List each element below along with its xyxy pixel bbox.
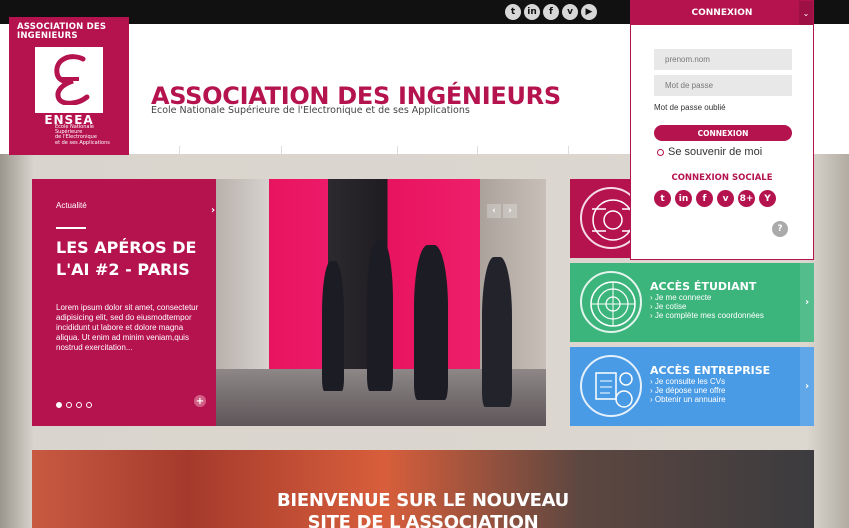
- slider-next-button[interactable]: ›: [503, 204, 517, 218]
- site-logo[interactable]: ASSOCIATION DES INGENIEURS ENSEA Ecole Na…: [9, 17, 129, 155]
- gear-illustration-icon: [580, 355, 642, 417]
- welcome-title-line-2: SITE DE L'ASSOCIATION: [307, 512, 539, 528]
- student-pay-link[interactable]: › Je cotise: [650, 302, 764, 311]
- twitter-icon[interactable]: t: [654, 190, 671, 207]
- slider-arrows: ‹ ›: [487, 204, 517, 218]
- yahoo-icon[interactable]: Y: [759, 190, 776, 207]
- social-login-title: CONNEXION SOCIALE: [671, 173, 773, 183]
- facebook-icon[interactable]: f: [543, 4, 559, 20]
- company-offer-link[interactable]: › Je dépose une offre: [650, 386, 726, 395]
- hero-person: [414, 245, 448, 400]
- read-more-plus-icon[interactable]: +: [194, 395, 206, 407]
- hero-title-line-1: LES APÉROS DE: [56, 238, 197, 257]
- forgot-password-link[interactable]: Mot de passe oublié: [654, 103, 726, 112]
- password-input[interactable]: Mot de passe: [654, 75, 792, 96]
- company-directory-link[interactable]: › Obtenir un annuaire: [650, 395, 726, 404]
- student-details-link[interactable]: › Je complète mes coordonnées: [650, 311, 764, 320]
- logo-e-icon: [54, 54, 90, 105]
- login-dropdown: CONNEXION ⌄ prenom.nom Mot de passe Mot …: [630, 0, 814, 260]
- slider-dots: [56, 402, 92, 408]
- chevron-down-icon[interactable]: ⌄: [799, 1, 813, 25]
- company-cv-link[interactable]: › Je consulte les CVs: [650, 377, 726, 386]
- company-access-tile[interactable]: ACCÈS ENTREPRISE › Je consulte les CVs ›…: [570, 347, 814, 426]
- student-access-tile[interactable]: ACCÈS ÉTUDIANT › Je me connecte › Je cot…: [570, 263, 814, 342]
- hero-title[interactable]: LES APÉROS DE L'AI #2 - PARIS: [56, 237, 216, 281]
- welcome-title: BIENVENUE SUR LE NOUVEAU SITE DE L'ASSOCI…: [32, 490, 814, 528]
- help-icon[interactable]: ?: [772, 221, 788, 237]
- social-links: t in f v ▶: [505, 4, 597, 20]
- welcome-banner: BIENVENUE SUR LE NOUVEAU SITE DE L'ASSOCI…: [32, 450, 814, 528]
- viadeo-icon[interactable]: v: [717, 190, 734, 207]
- remember-me-label: Se souvenir de moi: [668, 146, 763, 158]
- logo-mark: [35, 47, 103, 113]
- student-connect-link[interactable]: › Je me connecte: [650, 293, 764, 302]
- slider-dot[interactable]: [56, 402, 62, 408]
- viadeo-icon[interactable]: v: [562, 4, 578, 20]
- hero-divider: [56, 227, 86, 229]
- hero-panel: Actualité LES APÉROS DE L'AI #2 - PARIS L…: [32, 179, 216, 426]
- student-access-title: ACCÈS ÉTUDIANT: [650, 280, 757, 293]
- slider-dot[interactable]: [66, 402, 72, 408]
- facebook-icon[interactable]: f: [696, 190, 713, 207]
- chevron-right-icon[interactable]: ›: [800, 263, 814, 342]
- username-input[interactable]: prenom.nom: [654, 49, 792, 70]
- chevron-right-icon[interactable]: ›: [800, 347, 814, 426]
- hero-person: [482, 257, 512, 407]
- hero-slider[interactable]: Actualité LES APÉROS DE L'AI #2 - PARIS L…: [32, 179, 546, 426]
- hero-tag: Actualité: [56, 201, 87, 210]
- google-plus-icon[interactable]: 8+: [738, 190, 755, 207]
- logo-small-4: et de ses Applications: [55, 139, 110, 146]
- login-button[interactable]: CONNEXION: [654, 125, 792, 141]
- hero-text: Lorem ipsum dolor sit amet, consectetur …: [56, 303, 199, 352]
- welcome-title-line-1: BIENVENUE SUR LE NOUVEAU: [277, 490, 569, 511]
- slider-prev-button[interactable]: ‹: [487, 204, 501, 218]
- remember-me-radio[interactable]: [657, 148, 664, 156]
- hero-panel-next-icon[interactable]: ›: [211, 205, 215, 216]
- hero-title-line-2: L'AI #2 - PARIS: [56, 260, 190, 279]
- company-access-title: ACCÈS ENTREPRISE: [650, 364, 771, 377]
- hero-person: [322, 261, 344, 391]
- twitter-icon[interactable]: t: [505, 4, 521, 20]
- remember-me-option[interactable]: Se souvenir de moi: [657, 146, 762, 158]
- linkedin-icon[interactable]: in: [675, 190, 692, 207]
- youtube-icon[interactable]: ▶: [581, 4, 597, 20]
- hero-person: [367, 241, 393, 391]
- slider-dot[interactable]: [86, 402, 92, 408]
- site-subtitle: Ecole Nationale Supérieure de l'Electron…: [151, 105, 470, 116]
- gear-illustration-icon: [580, 271, 642, 333]
- social-login-buttons: t in f v 8+ Y: [654, 190, 776, 207]
- login-header[interactable]: CONNEXION: [631, 1, 813, 25]
- slider-dot[interactable]: [76, 402, 82, 408]
- logo-line-2: INGENIEURS: [17, 31, 78, 41]
- linkedin-icon[interactable]: in: [524, 4, 540, 20]
